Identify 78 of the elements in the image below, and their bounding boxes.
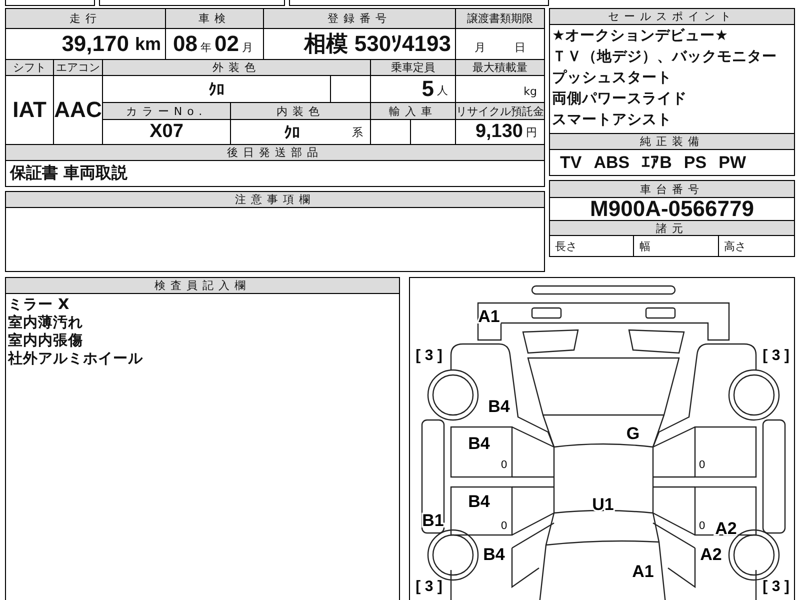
chassis-number: M900A-0566779: [590, 196, 754, 222]
inspection-year: 08: [173, 31, 198, 57]
column-header: カラーNo.: [103, 103, 230, 119]
later-parts-value: 保証書 車両取説: [10, 163, 128, 184]
exterior-color-value: ｸﾛ: [208, 80, 224, 98]
damage-code: B1: [422, 511, 444, 530]
month-unit: 月: [474, 40, 486, 55]
damage-code: B4: [488, 397, 510, 416]
section-header: 注意事項欄: [6, 192, 544, 207]
sales-point: スマートアシスト: [552, 111, 673, 130]
equipment-item: PW: [718, 152, 746, 172]
registration-number: 相模 530ｿ4193: [304, 30, 451, 58]
inspector-note: ミラー X: [8, 296, 70, 314]
damage-code: A1: [632, 562, 654, 581]
column-header: 車検: [166, 9, 263, 28]
recycle-fee-unit: 円: [526, 125, 537, 140]
section-header: 諸元: [550, 221, 794, 235]
month-unit: 月: [242, 40, 253, 55]
damage-code: B4: [468, 492, 490, 511]
sales-point: プッシュスタート: [552, 68, 673, 88]
equipment-item: ABS: [594, 152, 630, 172]
door-mark: 0: [500, 520, 508, 532]
sales-point: 両側パワースライド: [552, 90, 688, 109]
recycle-fee-value: 9,130: [475, 121, 523, 143]
spec-label: 高さ: [718, 236, 794, 256]
sales-point: ★オークションデビュー★: [552, 27, 729, 46]
year-unit: 年: [200, 40, 212, 55]
column-header: 最大積載量: [456, 60, 544, 75]
door-mark: 0: [500, 459, 508, 471]
column-header: エアコン: [54, 60, 102, 75]
column-header: 輸入車: [371, 103, 455, 119]
shift-value: IAT: [12, 97, 46, 123]
tire-grade: [ 3 ]: [416, 578, 442, 595]
tire-grade: [ 3 ]: [416, 347, 442, 364]
spec-label: 長さ: [550, 236, 634, 256]
door-mark: 0: [698, 459, 706, 471]
mileage-value: 39,170: [62, 31, 129, 57]
door-mark: 0: [698, 520, 706, 532]
tire-grade: [ 3 ]: [762, 578, 790, 595]
column-header: シフト: [6, 60, 53, 75]
section-header: 後日発送部品: [6, 145, 544, 160]
load-unit: kg: [524, 85, 537, 98]
column-header: 登録番号: [264, 9, 455, 28]
equipment-item: ｴｱB: [642, 152, 672, 172]
column-header: 譲渡書類期限: [456, 9, 544, 28]
inspector-note: 社外アルミホイール: [8, 350, 144, 368]
capacity-unit: 人: [437, 83, 448, 98]
inspector-note: 室内薄汚れ: [8, 314, 84, 332]
damage-code: A2: [715, 519, 737, 538]
equipment-item: TV: [560, 152, 582, 172]
interior-color-value: ｸﾛ: [284, 122, 300, 142]
equipment-item: PS: [684, 152, 707, 172]
mileage-unit: km: [134, 34, 161, 54]
color-number: X07: [150, 121, 184, 143]
damage-code: U1: [592, 495, 614, 514]
damage-code: B4: [468, 434, 490, 453]
column-header: 内装色: [231, 103, 370, 119]
section-header: 純正装備: [550, 134, 794, 149]
column-header: 外装色: [103, 60, 370, 75]
column-header: 走行: [6, 9, 165, 28]
damage-code: A2: [700, 545, 722, 564]
inspector-note: 室内内張傷: [8, 332, 84, 350]
damage-code: G: [626, 424, 640, 443]
inspection-month: 02: [214, 31, 239, 57]
section-header: 車台番号: [550, 181, 794, 197]
tire-grade: [ 3 ]: [762, 347, 790, 364]
spec-label: 幅: [634, 236, 718, 256]
column-header: リサイクル預託金: [456, 103, 544, 119]
sales-point: ＴＶ（地デジ）、バックモニター: [552, 48, 778, 67]
damage-code: B4: [483, 545, 505, 564]
section-header: 検査員記入欄: [6, 278, 399, 293]
interior-color-suffix: 系: [352, 125, 363, 140]
damage-code: A1: [478, 307, 500, 326]
section-header: セールスポイント: [550, 9, 794, 24]
column-header: 乗車定員: [371, 60, 455, 75]
aircon-value: AAC: [54, 97, 102, 123]
capacity-value: 5: [422, 76, 434, 102]
day-unit: 日: [514, 40, 526, 55]
